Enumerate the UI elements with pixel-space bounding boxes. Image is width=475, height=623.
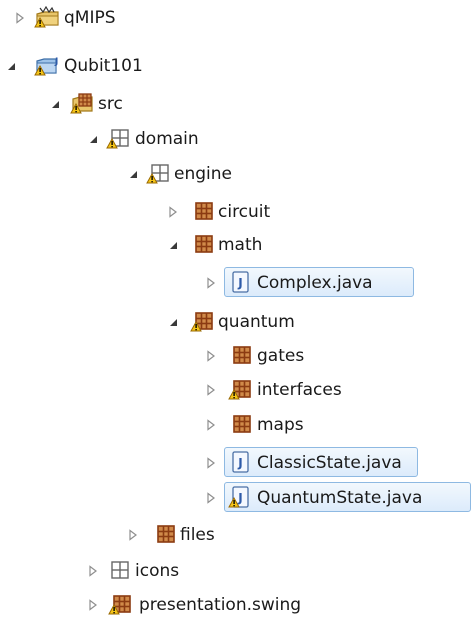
tree-item-label: maps xyxy=(257,415,304,435)
collapsed-arrow-icon[interactable] xyxy=(14,12,26,24)
empty-package-icon xyxy=(106,559,132,583)
tree-item-label: Complex.java xyxy=(257,273,373,293)
package-icon xyxy=(152,523,178,547)
tree-item-label: domain xyxy=(135,129,199,149)
tree-item[interactable]: gates xyxy=(0,338,475,374)
package-icon xyxy=(190,233,216,257)
tree-item[interactable]: circuit xyxy=(0,194,475,230)
package-warning-icon xyxy=(190,310,216,334)
package-icon xyxy=(190,200,216,224)
tree-item[interactable]: quantum xyxy=(0,304,475,340)
expanded-arrow-icon[interactable] xyxy=(87,133,99,145)
collapsed-arrow-icon[interactable] xyxy=(205,492,217,504)
svg-text:J: J xyxy=(54,57,58,67)
tree-item[interactable]: engine xyxy=(0,156,475,192)
expanded-arrow-icon[interactable] xyxy=(49,98,61,110)
package-warning-icon xyxy=(228,378,254,402)
collapsed-arrow-icon[interactable] xyxy=(87,565,99,577)
tree-item[interactable]: J Complex.java xyxy=(0,265,475,301)
java-file-warning-icon: J xyxy=(228,486,254,510)
expanded-arrow-icon[interactable] xyxy=(127,168,139,180)
tree-item[interactable]: qMIPS xyxy=(0,0,475,36)
collapsed-arrow-icon[interactable] xyxy=(205,419,217,431)
expanded-arrow-icon[interactable] xyxy=(167,239,179,251)
tree-item-label: presentation.swing xyxy=(139,595,302,615)
package-icon xyxy=(228,413,254,437)
tree-item-label: QuantumState.java xyxy=(257,488,423,508)
collapsed-arrow-icon[interactable] xyxy=(205,384,217,396)
tree-item-label: icons xyxy=(135,561,180,581)
tree-item-label: gates xyxy=(257,346,305,366)
tree-item-label: ClassicState.java xyxy=(257,453,402,473)
empty-package-warning-icon xyxy=(106,127,132,151)
tree-item-label: Qubit101 xyxy=(64,56,143,76)
java-file-icon: J xyxy=(228,271,254,295)
collapsed-arrow-icon[interactable] xyxy=(205,350,217,362)
expanded-arrow-icon[interactable] xyxy=(5,60,17,72)
empty-package-warning-icon xyxy=(146,162,172,186)
tree-item-label: engine xyxy=(174,164,232,184)
package-icon xyxy=(228,344,254,368)
tree-item-label: interfaces xyxy=(257,380,342,400)
tree-item[interactable]: J Qubit101 xyxy=(0,48,475,84)
collapsed-arrow-icon[interactable] xyxy=(127,529,139,541)
tree-item-label: qMIPS xyxy=(64,8,116,28)
java-file-icon: J xyxy=(228,451,254,475)
collapsed-arrow-icon[interactable] xyxy=(87,599,99,611)
expanded-arrow-icon[interactable] xyxy=(167,316,179,328)
tree-item[interactable]: files xyxy=(0,517,475,553)
tree-item[interactable]: domain xyxy=(0,121,475,157)
collapsed-arrow-icon[interactable] xyxy=(205,277,217,289)
tree-item[interactable]: math xyxy=(0,227,475,263)
collapsed-arrow-icon[interactable] xyxy=(167,206,179,218)
tree-item[interactable]: src xyxy=(0,86,475,122)
package-warning-icon xyxy=(108,593,134,617)
tree-item[interactable]: maps xyxy=(0,407,475,443)
svg-text:J: J xyxy=(237,276,242,290)
tree-item[interactable]: presentation.swing xyxy=(0,587,475,623)
tree-item-label: circuit xyxy=(218,202,271,222)
svg-text:J: J xyxy=(237,491,242,505)
tree-item[interactable]: icons xyxy=(0,553,475,589)
project-warning-icon xyxy=(34,6,60,30)
source-folder-warning-icon xyxy=(70,92,96,116)
java-project-warning-icon: J xyxy=(34,54,60,78)
tree-item-label: src xyxy=(98,94,123,114)
tree-item[interactable]: J ClassicState.java xyxy=(0,445,475,481)
svg-text:J: J xyxy=(237,456,242,470)
collapsed-arrow-icon[interactable] xyxy=(205,457,217,469)
tree-item-label: quantum xyxy=(218,312,295,332)
tree-item[interactable]: J QuantumState.java xyxy=(0,480,475,516)
tree-item-label: files xyxy=(180,525,215,545)
tree-item-label: math xyxy=(218,235,263,255)
tree-item[interactable]: interfaces xyxy=(0,372,475,408)
